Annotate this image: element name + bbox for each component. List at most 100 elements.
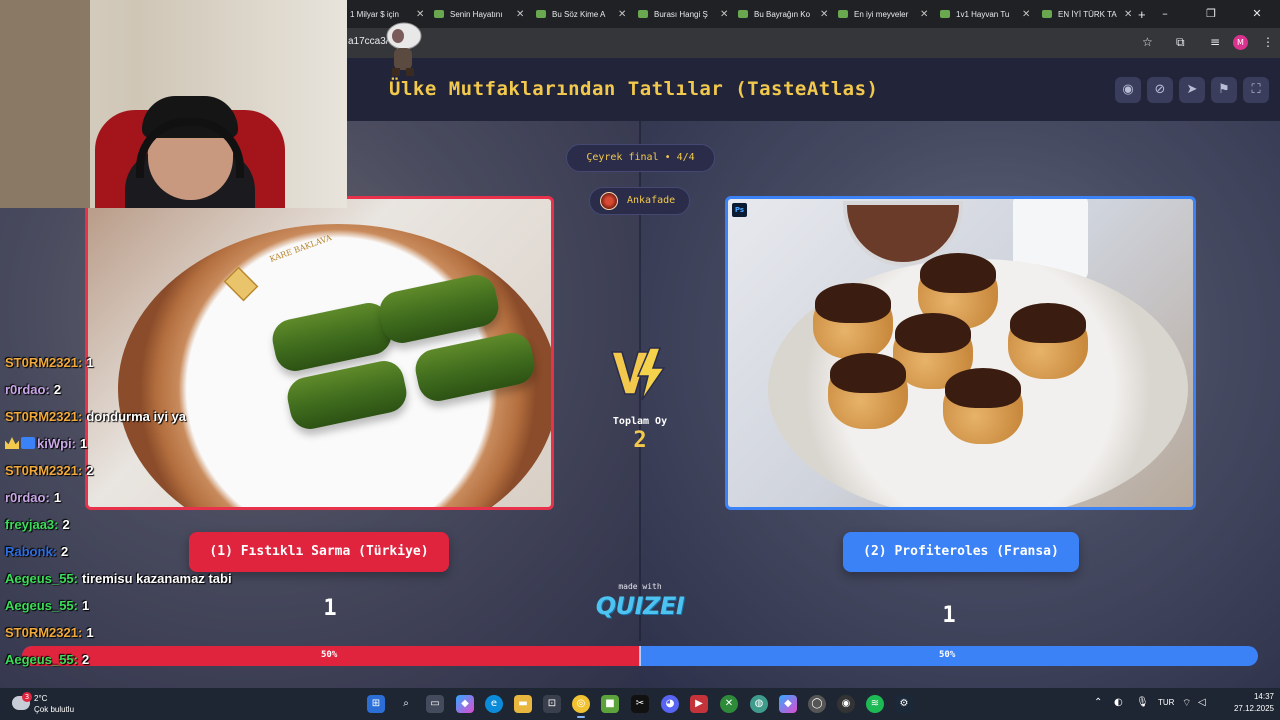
profile-avatar[interactable]: M: [1233, 35, 1248, 50]
chat-username[interactable]: kiWpi: [37, 436, 72, 451]
spotify-icon[interactable]: ≋: [866, 695, 884, 713]
chat-username[interactable]: Aegeus_55: [5, 598, 74, 613]
send-icon[interactable]: ➤: [1179, 77, 1205, 103]
file-explorer-icon[interactable]: ▬: [514, 695, 532, 713]
browser-tab[interactable]: 1 Milyar $ için ✕: [342, 4, 432, 24]
mascot-sticker-icon: [386, 22, 422, 76]
steam-icon[interactable]: ⚙: [895, 695, 913, 713]
restore-button[interactable]: ❐: [1188, 0, 1234, 28]
tab-title: Senin Hayatını: [450, 9, 503, 19]
tab-title: Bu Söz Kime A: [552, 9, 606, 19]
webcam-background: [0, 0, 90, 208]
minecraft-icon[interactable]: ■: [601, 695, 619, 713]
browser-tab[interactable]: Bu Bayrağın Ko ✕: [730, 4, 836, 24]
chat-username[interactable]: r0rdao: [5, 382, 45, 397]
bookmark-star-icon[interactable]: ☆: [1142, 35, 1153, 49]
task-view-icon[interactable]: ▭: [426, 695, 444, 713]
tray-app-icon[interactable]: ◐: [1114, 697, 1123, 708]
chat-username[interactable]: ST0RM2321: [5, 355, 78, 370]
search-icon[interactable]: ⌕: [397, 695, 415, 713]
chat-message: ST0RM2321: 1: [5, 625, 305, 652]
copilot-365-icon[interactable]: ◆: [779, 695, 797, 713]
app-icon[interactable]: ◍: [750, 695, 768, 713]
tab-close-icon[interactable]: ✕: [720, 9, 728, 20]
chat-username[interactable]: freyjaa3: [5, 517, 54, 532]
chat-username[interactable]: ST0RM2321: [5, 463, 78, 478]
browser-tab[interactable]: 1v1 Hayvan Tu ✕: [932, 4, 1038, 24]
xbox-icon[interactable]: ✕: [720, 695, 738, 713]
chat-message: freyjaa3: 2: [5, 517, 305, 544]
browser-menu-icon[interactable]: ⋮: [1262, 35, 1274, 49]
browser-tab[interactable]: Burası Hangi Ş ✕: [630, 4, 736, 24]
copilot-icon[interactable]: ◆: [456, 695, 474, 713]
store-icon[interactable]: ⊡: [543, 695, 561, 713]
obs-icon[interactable]: ◉: [837, 695, 855, 713]
url-field[interactable]: a17cca3/: [348, 36, 389, 47]
chat-username[interactable]: ST0RM2321: [5, 625, 78, 640]
profiterole: [828, 353, 908, 429]
app-icon[interactable]: ◯: [808, 695, 826, 713]
eye-icon[interactable]: ◉: [1115, 77, 1141, 103]
chrome-icon[interactable]: ◎: [572, 695, 590, 713]
chat-username[interactable]: r0rdao: [5, 490, 45, 505]
microphone-icon[interactable]: 🎙: [1136, 697, 1149, 708]
language-indicator[interactable]: TUR: [1158, 698, 1174, 707]
clock-date[interactable]: 27.12.2025: [1222, 704, 1274, 713]
chat-text: 1: [86, 355, 94, 370]
edge-icon[interactable]: e: [485, 695, 503, 713]
chat-message: kiWpi: 1: [5, 436, 305, 463]
chat-message: r0rdao: 1: [5, 490, 305, 517]
browser-tab[interactable]: En iyi meyveler ✕: [830, 4, 936, 24]
minimize-button[interactable]: –: [1142, 0, 1188, 28]
tab-close-icon[interactable]: ✕: [1022, 9, 1030, 20]
choice-button-right[interactable]: (2) Profiteroles (Fransa): [843, 532, 1079, 572]
weather-widget[interactable]: 3 2°C Çok bulutlu: [10, 692, 100, 716]
window-controls: – ❐ ✕: [1142, 0, 1280, 28]
tab-close-icon[interactable]: ✕: [920, 9, 928, 20]
tab-favicon-icon: [940, 10, 950, 18]
choice-image-right[interactable]: Ps: [725, 196, 1196, 510]
discord-icon[interactable]: ◕: [661, 695, 679, 713]
link-icon[interactable]: ⊘: [1147, 77, 1173, 103]
chat-text: 2: [61, 544, 69, 559]
extensions-icon[interactable]: ⧉: [1176, 35, 1185, 50]
video-app-icon[interactable]: ▶: [690, 695, 708, 713]
chat-message: ST0RM2321: dondurma iyi ya: [5, 409, 305, 436]
tab-close-icon[interactable]: ✕: [516, 9, 524, 20]
chat-text: 2: [86, 463, 94, 478]
close-window-button[interactable]: ✕: [1234, 0, 1280, 28]
chat-separator: :: [77, 463, 83, 478]
browser-tab[interactable]: Senin Hayatını ✕: [426, 4, 532, 24]
browser-tab[interactable]: Bu Söz Kime A ✕: [528, 4, 634, 24]
page-title: Ülke Mutfaklarından Tatlılar (TasteAtlas…: [389, 78, 879, 100]
browser-tab[interactable]: EN İYİ TÜRK TA ✕: [1034, 4, 1140, 24]
chat-separator: :: [77, 355, 83, 370]
tab-close-icon[interactable]: ✕: [416, 9, 424, 20]
tab-close-icon[interactable]: ✕: [820, 9, 828, 20]
volume-icon[interactable]: ◁: [1198, 697, 1206, 708]
chat-username[interactable]: Rabonk: [5, 544, 53, 559]
flag-icon[interactable]: ⚑: [1211, 77, 1237, 103]
tab-title: 1 Milyar $ için: [350, 9, 399, 19]
media-control-icon[interactable]: ≡: [1210, 35, 1220, 49]
total-votes-label: Toplam Oy: [612, 416, 668, 427]
start-menu-icon[interactable]: ⊞: [367, 695, 385, 713]
chat-message: ST0RM2321: 2: [5, 463, 305, 490]
tab-favicon-icon: [434, 10, 444, 18]
chat-username[interactable]: Aegeus_55: [5, 571, 74, 586]
brand-logo[interactable]: QUIZEI: [590, 592, 690, 620]
capcut-icon[interactable]: ✂: [631, 695, 649, 713]
author-badge[interactable]: Ankafade: [589, 187, 690, 215]
percent-left: 50%: [321, 650, 338, 660]
chevron-up-icon[interactable]: ⌃: [1094, 697, 1102, 708]
chat-message: Rabonk: 2: [5, 544, 305, 571]
chat-overlay: ST0RM2321: 1 r0rdao: 2 ST0RM2321: dondurma iy…: [5, 355, 305, 679]
chat-username[interactable]: Aegeus_55: [5, 652, 74, 667]
clock-time[interactable]: 14:37: [1234, 692, 1274, 701]
fullscreen-icon[interactable]: ⛶: [1243, 77, 1269, 103]
tab-close-icon[interactable]: ✕: [618, 9, 626, 20]
wifi-icon[interactable]: ⌔: [1182, 697, 1191, 710]
vs-logo-icon: [610, 347, 666, 401]
chat-username[interactable]: ST0RM2321: [5, 409, 78, 424]
chat-separator: :: [52, 544, 58, 559]
